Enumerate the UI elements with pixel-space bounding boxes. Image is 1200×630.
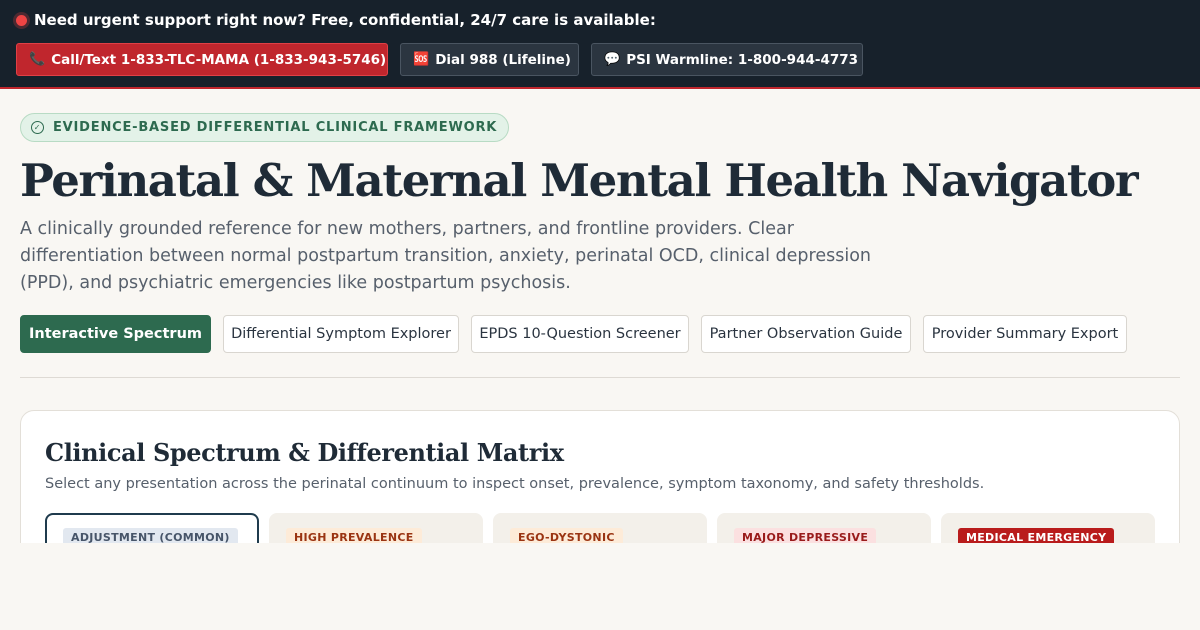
page-title: Perinatal & Maternal Mental Health Navig… [20,154,1139,207]
crisis-headline: Need urgent support right now? Free, con… [16,11,656,29]
psi-warmline-button[interactable]: 💬 PSI Warmline: 1-800-944-4773 [591,43,863,76]
section-divider [20,377,1180,378]
speech-bubble-icon: 💬 [604,52,621,67]
spectrum-title: Clinical Spectrum & Differential Matrix [45,438,564,467]
sos-icon: 🆘 [413,52,430,67]
live-status-dot-icon [16,14,27,26]
spectrum-description: Select any presentation across the perin… [45,476,985,492]
phone-icon: 📞 [29,52,46,67]
dial-988-lifeline-button[interactable]: 🆘 Dial 988 (Lifeline) [400,43,579,76]
unrendered-fold-area [0,543,1200,630]
evidence-based-badge-label: EVIDENCE-BASED DIFFERENTIAL CLINICAL FRA… [53,120,498,135]
tab-partner-observation-guide[interactable]: Partner Observation Guide [701,315,911,353]
page-subtitle: A clinically grounded reference for new … [20,219,872,293]
dial-988-lifeline-label: Dial 988 (Lifeline) [435,51,571,68]
call-text-tlc-mama-label: Call/Text 1-833-TLC-MAMA (1-833-943-5746… [51,51,387,68]
tab-differential-symptom-explorer[interactable]: Differential Symptom Explorer [223,315,459,353]
tab-epds-screener[interactable]: EPDS 10-Question Screener [471,315,689,353]
call-text-tlc-mama-button[interactable]: 📞 Call/Text 1-833-TLC-MAMA (1-833-943-57… [16,43,388,76]
psi-warmline-label: PSI Warmline: 1-800-944-4773 [626,51,859,68]
tab-interactive-spectrum[interactable]: Interactive Spectrum [20,315,211,353]
evidence-based-badge: ✓ EVIDENCE-BASED DIFFERENTIAL CLINICAL F… [20,113,510,142]
check-circle-icon: ✓ [31,121,44,134]
crisis-headline-text: Need urgent support right now? Free, con… [34,11,656,29]
tab-provider-summary-export[interactable]: Provider Summary Export [923,315,1127,353]
